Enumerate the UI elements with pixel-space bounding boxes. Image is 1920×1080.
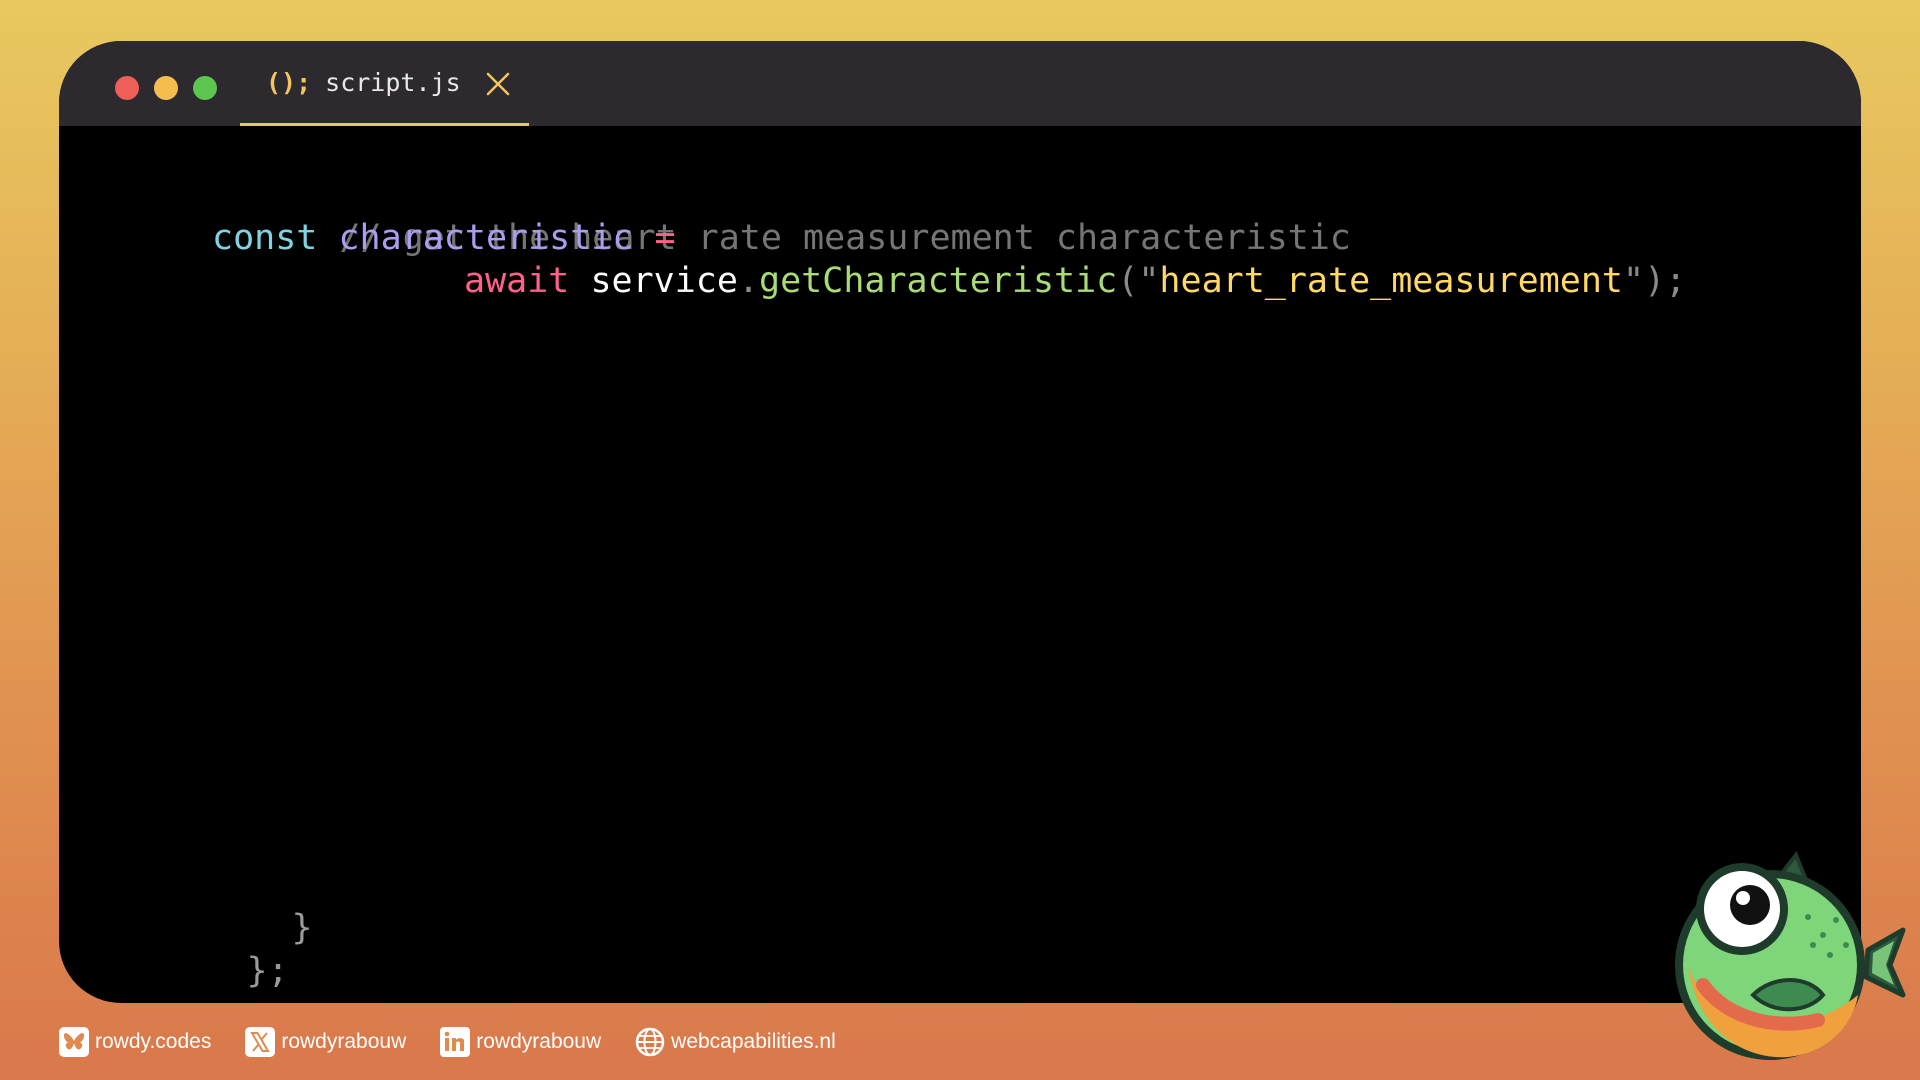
service-identifier: service	[590, 261, 738, 301]
closing-brace-semicolon: };	[246, 951, 289, 991]
linkedin-icon	[440, 1027, 471, 1057]
x-link[interactable]: rowdyrabouw	[245, 1027, 406, 1057]
x-icon	[245, 1027, 276, 1057]
social-footer: rowdy.codes rowdyrabouw rowdyrabouw webc…	[59, 1022, 870, 1062]
fish-mascot-logo	[1675, 851, 1906, 1060]
code-editor-window: (); script.js // get the heart rate meas…	[59, 41, 1861, 1003]
bluesky-icon	[59, 1027, 89, 1057]
variable-name: characteristic	[338, 218, 634, 258]
bluesky-link[interactable]: rowdy.codes	[59, 1027, 211, 1057]
website-link[interactable]: webcapabilities.nl	[635, 1027, 836, 1057]
string-literal: heart_rate_measurement	[1159, 261, 1624, 301]
code-line-declaration: const characteristic =	[212, 217, 676, 260]
code-line-outer-brace: };	[120, 907, 289, 1003]
method-name: getCharacteristic	[759, 261, 1118, 301]
linkedin-link[interactable]: rowdyrabouw	[440, 1027, 601, 1057]
closing-brace: }	[291, 908, 313, 948]
assign-operator: =	[654, 218, 676, 258]
open-paren: ("	[1117, 261, 1160, 301]
close-paren: ");	[1623, 261, 1687, 301]
globe-icon	[635, 1027, 665, 1057]
linkedin-handle: rowdyrabouw	[476, 1030, 602, 1053]
website-url: webcapabilities.nl	[671, 1030, 836, 1053]
code-line-await: await service.getCharacteristic("heart_r…	[464, 260, 1686, 303]
await-keyword: await	[464, 261, 570, 301]
bluesky-handle: rowdy.codes	[95, 1030, 212, 1053]
const-keyword: const	[212, 218, 318, 258]
dot-operator: .	[737, 261, 760, 301]
code-area[interactable]: // get the heart rate measurement charac…	[59, 41, 1861, 1003]
x-handle: rowdyrabouw	[281, 1030, 407, 1053]
